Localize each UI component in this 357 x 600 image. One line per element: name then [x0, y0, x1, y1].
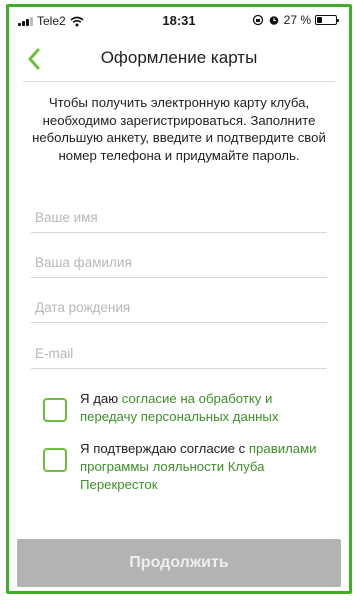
birth-date-input[interactable] — [35, 296, 327, 318]
rotation-lock-icon — [252, 14, 263, 26]
page-title: Оформление карты — [100, 48, 258, 67]
status-right: 27 % — [252, 13, 339, 27]
birth-date-field — [31, 287, 327, 323]
intro-text: Чтобы получить электронную карту клуба, … — [32, 95, 326, 163]
battery-percent: 27 % — [283, 13, 311, 27]
consent-loyalty-rules-text: Я подтверждаю согласие с правилами прогр… — [80, 440, 331, 494]
battery-icon — [315, 15, 339, 25]
loyalty-rules-checkbox[interactable] — [43, 448, 67, 472]
battery-fill — [317, 17, 322, 23]
alarm-icon — [269, 16, 278, 25]
continue-button[interactable]: Продолжить — [17, 539, 341, 587]
last-name-field — [31, 242, 327, 278]
first-name-input[interactable] — [35, 206, 327, 228]
email-input[interactable] — [35, 342, 327, 364]
personal-data-checkbox[interactable] — [43, 398, 67, 422]
screen-frame: Tele2 18:31 27 % Оформление карты Чтобы … — [6, 4, 352, 594]
consent-personal-data: Я даю согласие на обработку и передачу п… — [43, 390, 331, 426]
nav-bar: Оформление карты — [9, 39, 349, 79]
consent-prefix: Я даю — [80, 391, 122, 406]
last-name-input[interactable] — [35, 251, 327, 273]
consent-personal-data-text: Я даю согласие на обработку и передачу п… — [80, 390, 331, 426]
email-field — [31, 333, 327, 369]
consent-loyalty-rules: Я подтверждаю согласие с правилами прогр… — [43, 440, 331, 494]
nav-divider — [23, 81, 335, 82]
consent-prefix: Я подтверждаю согласие с — [80, 441, 249, 456]
status-bar: Tele2 18:31 27 % — [9, 7, 349, 35]
first-name-field — [31, 197, 327, 233]
